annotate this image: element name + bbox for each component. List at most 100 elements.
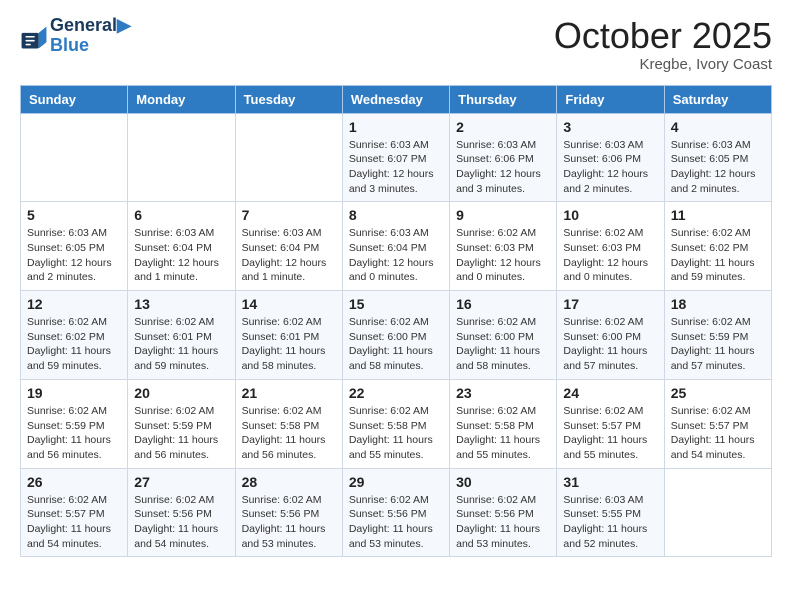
day-number: 16 (456, 296, 550, 312)
calendar-cell: 18Sunrise: 6:02 AM Sunset: 5:59 PM Dayli… (664, 291, 771, 380)
day-info: Sunrise: 6:02 AM Sunset: 5:58 PM Dayligh… (242, 404, 336, 463)
day-info: Sunrise: 6:02 AM Sunset: 6:03 PM Dayligh… (456, 226, 550, 285)
calendar-cell: 31 Sunrise: 6:03 AM Sunset: 5:55 PM Dayli… (557, 468, 664, 557)
calendar-cell (235, 113, 342, 202)
day-info: Sunrise: 6:02 AM Sunset: 5:57 PM Dayligh… (563, 404, 657, 463)
day-number: 20 (134, 385, 228, 401)
day-number: 24 (563, 385, 657, 401)
calendar-week-4: 19 Sunrise: 6:02 AM Sunset: 5:59 PM Dayli… (21, 379, 772, 468)
calendar-cell: 10 Sunrise: 6:02 AM Sunset: 6:03 PM Dayli… (557, 202, 664, 291)
day-number: 31 (563, 474, 657, 490)
day-info: Sunrise: 6:03 AM Sunset: 6:06 PM Dayligh… (456, 138, 550, 197)
day-number: 3 (563, 119, 657, 135)
day-number: 17 (563, 296, 657, 312)
logo-text: General▶ Blue (50, 16, 131, 56)
day-info: Sunrise: 6:02 AM Sunset: 5:59 PM Dayligh… (27, 404, 121, 463)
header-day-wednesday: Wednesday (342, 85, 449, 113)
calendar-cell: 14Sunrise: 6:02 AM Sunset: 6:01 PM Dayli… (235, 291, 342, 380)
location-subtitle: Kregbe, Ivory Coast (554, 56, 772, 73)
calendar-cell: 11 Sunrise: 6:02 AM Sunset: 6:02 PM Dayli… (664, 202, 771, 291)
day-number: 12 (27, 296, 121, 312)
logo-icon (20, 22, 48, 50)
calendar-cell: 20 Sunrise: 6:02 AM Sunset: 5:59 PM Dayli… (128, 379, 235, 468)
day-info: Sunrise: 6:03 AM Sunset: 6:04 PM Dayligh… (242, 226, 336, 285)
calendar-cell: 9 Sunrise: 6:02 AM Sunset: 6:03 PM Daylig… (450, 202, 557, 291)
day-number: 25 (671, 385, 765, 401)
calendar-cell: 6 Sunrise: 6:03 AM Sunset: 6:04 PM Daylig… (128, 202, 235, 291)
day-number: 10 (563, 207, 657, 223)
day-number: 9 (456, 207, 550, 223)
day-number: 14 (242, 296, 336, 312)
month-title: October 2025 (554, 16, 772, 56)
calendar-header-row: SundayMondayTuesdayWednesdayThursdayFrid… (21, 85, 772, 113)
day-info: Sunrise: 6:03 AM Sunset: 6:04 PM Dayligh… (349, 226, 443, 285)
calendar-cell: 12Sunrise: 6:02 AM Sunset: 6:02 PM Dayli… (21, 291, 128, 380)
calendar-cell: 4 Sunrise: 6:03 AM Sunset: 6:05 PM Daylig… (664, 113, 771, 202)
day-info: Sunrise: 6:02 AM Sunset: 5:59 PM Dayligh… (134, 404, 228, 463)
day-info: Sunrise: 6:02 AM Sunset: 5:57 PM Dayligh… (27, 493, 121, 552)
calendar-cell: 3 Sunrise: 6:03 AM Sunset: 6:06 PM Daylig… (557, 113, 664, 202)
day-number: 6 (134, 207, 228, 223)
calendar-cell: 5Sunrise: 6:03 AM Sunset: 6:05 PM Daylig… (21, 202, 128, 291)
day-info: Sunrise: 6:02 AM Sunset: 5:58 PM Dayligh… (456, 404, 550, 463)
day-info: Sunrise: 6:02 AM Sunset: 6:00 PM Dayligh… (563, 315, 657, 374)
day-info: Sunrise: 6:02 AM Sunset: 5:56 PM Dayligh… (134, 493, 228, 552)
header-day-thursday: Thursday (450, 85, 557, 113)
calendar-cell: 16Sunrise: 6:02 AM Sunset: 6:00 PM Dayli… (450, 291, 557, 380)
title-block: October 2025 Kregbe, Ivory Coast (554, 16, 772, 73)
calendar-cell: 7 Sunrise: 6:03 AM Sunset: 6:04 PM Daylig… (235, 202, 342, 291)
day-info: Sunrise: 6:02 AM Sunset: 6:03 PM Dayligh… (563, 226, 657, 285)
calendar-cell: 17 Sunrise: 6:02 AM Sunset: 6:00 PM Dayli… (557, 291, 664, 380)
day-info: Sunrise: 6:03 AM Sunset: 6:05 PM Dayligh… (671, 138, 765, 197)
header-day-sunday: Sunday (21, 85, 128, 113)
day-number: 2 (456, 119, 550, 135)
header-day-tuesday: Tuesday (235, 85, 342, 113)
day-number: 13 (134, 296, 228, 312)
day-number: 21 (242, 385, 336, 401)
day-info: Sunrise: 6:02 AM Sunset: 6:02 PM Dayligh… (671, 226, 765, 285)
calendar-cell: 22 Sunrise: 6:02 AM Sunset: 5:58 PM Dayli… (342, 379, 449, 468)
day-number: 7 (242, 207, 336, 223)
header-day-friday: Friday (557, 85, 664, 113)
day-number: 8 (349, 207, 443, 223)
day-number: 28 (242, 474, 336, 490)
calendar-week-5: 26 Sunrise: 6:02 AM Sunset: 5:57 PM Dayli… (21, 468, 772, 557)
calendar-week-1: 1Sunrise: 6:03 AM Sunset: 6:07 PM Daylig… (21, 113, 772, 202)
calendar-cell (664, 468, 771, 557)
header-day-saturday: Saturday (664, 85, 771, 113)
header: General▶ Blue October 2025 Kregbe, Ivory… (20, 16, 772, 73)
day-number: 5 (27, 207, 121, 223)
day-info: Sunrise: 6:02 AM Sunset: 6:00 PM Dayligh… (349, 315, 443, 374)
calendar-cell: 19 Sunrise: 6:02 AM Sunset: 5:59 PM Dayli… (21, 379, 128, 468)
calendar-cell: 27 Sunrise: 6:02 AM Sunset: 5:56 PM Dayli… (128, 468, 235, 557)
day-info: Sunrise: 6:02 AM Sunset: 5:58 PM Dayligh… (349, 404, 443, 463)
calendar-week-3: 12Sunrise: 6:02 AM Sunset: 6:02 PM Dayli… (21, 291, 772, 380)
calendar-week-2: 5Sunrise: 6:03 AM Sunset: 6:05 PM Daylig… (21, 202, 772, 291)
day-info: Sunrise: 6:03 AM Sunset: 6:04 PM Dayligh… (134, 226, 228, 285)
day-number: 29 (349, 474, 443, 490)
day-info: Sunrise: 6:02 AM Sunset: 5:56 PM Dayligh… (242, 493, 336, 552)
day-info: Sunrise: 6:03 AM Sunset: 6:06 PM Dayligh… (563, 138, 657, 197)
day-number: 19 (27, 385, 121, 401)
day-number: 22 (349, 385, 443, 401)
calendar-cell (128, 113, 235, 202)
calendar-cell: 24 Sunrise: 6:02 AM Sunset: 5:57 PM Dayli… (557, 379, 664, 468)
page: General▶ Blue October 2025 Kregbe, Ivory… (0, 0, 792, 573)
calendar-cell: 29 Sunrise: 6:02 AM Sunset: 5:56 PM Dayli… (342, 468, 449, 557)
calendar-cell: 23Sunrise: 6:02 AM Sunset: 5:58 PM Dayli… (450, 379, 557, 468)
day-info: Sunrise: 6:02 AM Sunset: 5:56 PM Dayligh… (349, 493, 443, 552)
header-day-monday: Monday (128, 85, 235, 113)
calendar-cell: 8 Sunrise: 6:03 AM Sunset: 6:04 PM Daylig… (342, 202, 449, 291)
day-number: 30 (456, 474, 550, 490)
day-number: 26 (27, 474, 121, 490)
day-info: Sunrise: 6:02 AM Sunset: 5:57 PM Dayligh… (671, 404, 765, 463)
day-number: 11 (671, 207, 765, 223)
day-number: 15 (349, 296, 443, 312)
day-number: 27 (134, 474, 228, 490)
day-info: Sunrise: 6:02 AM Sunset: 5:56 PM Dayligh… (456, 493, 550, 552)
day-number: 4 (671, 119, 765, 135)
day-info: Sunrise: 6:03 AM Sunset: 5:55 PM Dayligh… (563, 493, 657, 552)
calendar-table: SundayMondayTuesdayWednesdayThursdayFrid… (20, 85, 772, 558)
calendar-cell: 13Sunrise: 6:02 AM Sunset: 6:01 PM Dayli… (128, 291, 235, 380)
logo: General▶ Blue (20, 16, 131, 56)
